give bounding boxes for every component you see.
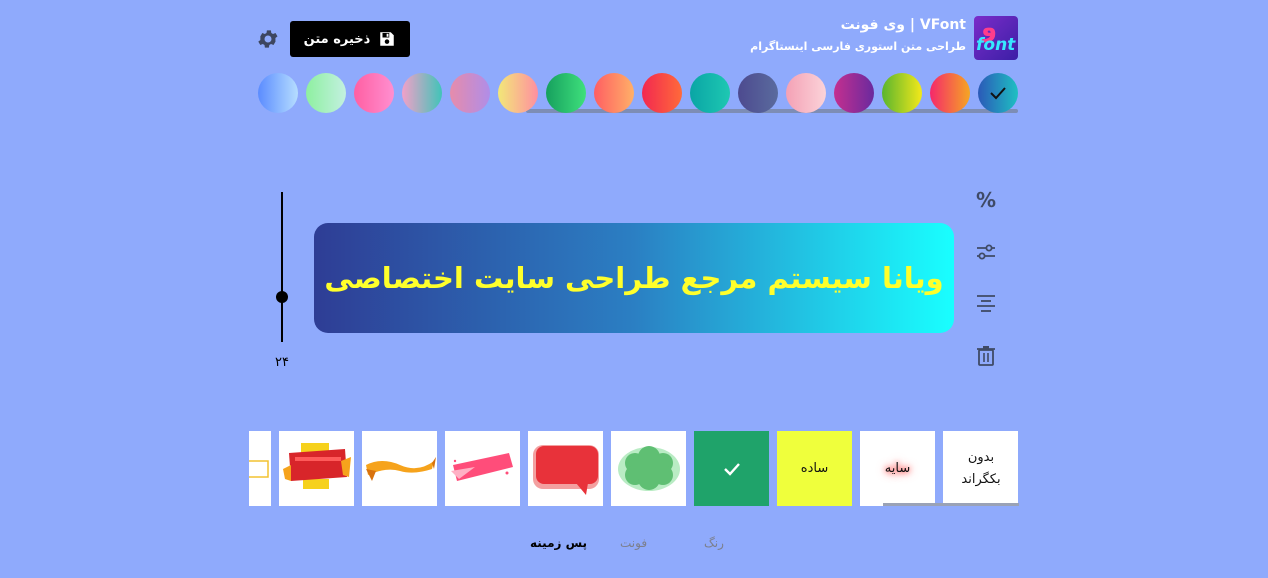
color-swatch-green-emerald[interactable] [546,73,586,113]
check-icon [724,463,740,476]
speech-bubble-icon [533,445,599,495]
color-swatch-indigo-grey[interactable] [738,73,778,113]
tab-color[interactable]: رنگ [704,536,724,550]
bg-option-brush[interactable] [445,431,520,506]
tab-font[interactable]: فونت [620,536,647,550]
cloud-shape-icon [618,446,680,491]
settings-button[interactable] [256,27,280,51]
color-swatch-blue-light[interactable] [258,73,298,113]
color-swatch-teal[interactable] [690,73,730,113]
align-button[interactable] [972,290,1000,318]
app-subtitle: طراحی متن استوری فارسی اینستاگرام [750,40,966,53]
bg-option-speech-bubble[interactable] [528,431,603,506]
frame-icon [249,460,269,478]
preview-text: ویانا سیستم مرجع طراحی سایت اختصاصی [324,261,944,295]
tool-column: % [972,186,1000,372]
app-title: وی فونت | VFont [840,17,966,33]
app-header: و font وی فونت | VFont طراحی متن استوری … [250,14,1020,64]
delete-button[interactable] [972,342,1000,370]
check-icon [990,87,1006,100]
bg-option-frame[interactable] [249,431,271,506]
bg-option-none[interactable]: بدون بکگراند [943,431,1018,506]
bg-shadow-label: سایه [884,460,911,476]
font-size-value: ۲۴ [275,355,289,370]
color-swatch-yellow-pink[interactable] [498,73,538,113]
font-size-slider[interactable]: ۲۴ [270,190,294,375]
color-swatch-coral-peach[interactable] [594,73,634,113]
brush-stroke-icon [451,453,513,481]
color-swatch-blue-teal[interactable] [978,73,1018,113]
bg-option-plain[interactable]: ساده [777,431,852,506]
color-swatch-green-yellow[interactable] [882,73,922,113]
color-swatch-red-coral[interactable] [642,73,682,113]
color-swatch-row [258,73,1020,113]
color-swatch-red-orange[interactable] [930,73,970,113]
opacity-percent-button[interactable]: % [972,186,1000,214]
background-style-strip: بدون بکگراند سایه ساده [249,431,1019,509]
bg-option-cloud[interactable] [611,431,686,506]
slider-thumb[interactable] [276,291,288,303]
percent-icon: % [975,188,997,212]
color-swatch-hot-pink[interactable] [354,73,394,113]
bg-option-ribbon[interactable] [362,431,437,506]
save-text-button[interactable]: ذخیره متن [290,21,410,57]
vfont-logo[interactable]: و font [974,16,1018,60]
slider-track[interactable] [281,192,283,342]
color-swatch-pink-purple[interactable] [450,73,490,113]
banner-icon [283,443,351,489]
sliders-icon [977,244,995,260]
bg-plain-label: ساده [800,460,829,476]
color-swatch-magenta-purple[interactable] [834,73,874,113]
color-swatch-pink-teal[interactable] [402,73,442,113]
ribbon-icon [366,457,436,481]
bg-option-banner[interactable] [279,431,354,506]
tab-background[interactable]: پس زمینه [530,536,587,550]
bg-none-label: بدون بکگراند [961,449,1001,487]
logo-word: font [976,35,1016,55]
bg-option-shadow[interactable]: سایه [860,431,935,506]
floppy-disk-icon [380,32,395,46]
save-button-label: ذخیره متن [303,31,371,47]
color-swatch-pink-light[interactable] [786,73,826,113]
bg-option-selected[interactable] [694,431,769,506]
color-swatch-mint[interactable] [306,73,346,113]
strip-scrollbar[interactable] [883,503,1019,506]
bottom-tabs: پس زمینه فونت رنگ [500,536,760,560]
text-preview-box[interactable]: ویانا سیستم مرجع طراحی سایت اختصاصی [314,223,954,333]
gear-icon [258,30,278,48]
adjust-button[interactable] [972,238,1000,266]
trash-icon [977,346,995,366]
align-center-icon [977,295,995,312]
